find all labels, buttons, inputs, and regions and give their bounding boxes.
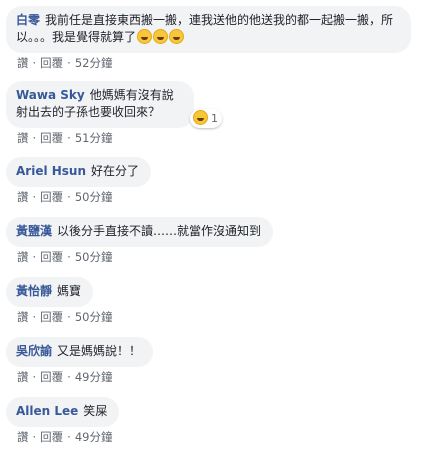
comment-author[interactable]: 黃鹽漢 — [16, 224, 52, 238]
comment-list: 白零 我前任是直接東西搬一搬，連我送他的他送我的都一起搬一搬，所以。。。我是覺得就… — [0, 0, 446, 445]
separator-dot: · — [32, 310, 37, 324]
comment-bubble: 吳欣諭 又是媽媽說！！ — [6, 337, 154, 367]
comment-author[interactable]: Ariel Hsun — [16, 164, 86, 178]
comment-text: 我前任是直接東西搬一搬，連我送他的他送我的都一起搬一搬，所以。。。我是覺得就算了 — [16, 13, 394, 44]
like-link[interactable]: 讚 — [17, 310, 29, 324]
reply-link[interactable]: 回覆 — [40, 370, 63, 384]
grinning-squint-icon — [193, 110, 208, 125]
comment-bubble: Wawa Sky 他媽媽有沒有說射出去的子孫也要收回來？ 1 — [6, 81, 222, 128]
comment-text: 笑屎 — [83, 404, 108, 418]
separator-dot: · — [32, 250, 37, 264]
separator-dot: · — [32, 190, 37, 204]
comment-item: Allen Lee 笑屎 讚 · 回覆 · 49分鐘 — [6, 397, 446, 445]
comment-item: Wawa Sky 他媽媽有沒有說射出去的子孫也要收回來？ 1 讚 · 回覆 · 51分鐘 — [6, 81, 446, 146]
comment-actions: 讚 · 回覆 · 49分鐘 — [6, 427, 446, 445]
comment-timestamp[interactable]: 51分鐘 — [75, 131, 113, 145]
comment-author[interactable]: 白零 — [16, 13, 40, 27]
separator-dot: · — [32, 370, 37, 384]
comment-item: 吳欣諭 又是媽媽說！！ 讚 · 回覆 · 49分鐘 — [6, 337, 446, 385]
reaction-badge[interactable]: 1 — [190, 109, 222, 128]
comment-bubble: 白零 我前任是直接東西搬一搬，連我送他的他送我的都一起搬一搬，所以。。。我是覺得就… — [6, 6, 411, 53]
separator-dot: · — [67, 310, 71, 324]
comment-item: 黃怡靜 媽寶 讚 · 回覆 · 50分鐘 — [6, 277, 446, 325]
like-link[interactable]: 讚 — [17, 131, 29, 145]
comment-timestamp[interactable]: 50分鐘 — [75, 310, 113, 324]
comment-text: 好在分了 — [91, 164, 140, 178]
separator-dot: · — [67, 131, 71, 145]
like-link[interactable]: 讚 — [17, 430, 29, 444]
reaction-count: 1 — [211, 112, 218, 125]
separator-dot: · — [67, 430, 71, 444]
comment-item: Ariel Hsun 好在分了 讚 · 回覆 · 50分鐘 — [6, 157, 446, 205]
comment-author[interactable]: Wawa Sky — [16, 88, 85, 102]
comment-actions: 讚 · 回覆 · 49分鐘 — [6, 367, 446, 385]
separator-dot: · — [67, 250, 71, 264]
separator-dot: · — [67, 190, 71, 204]
reply-link[interactable]: 回覆 — [40, 430, 63, 444]
comment-actions: 讚 · 回覆 · 52分鐘 — [6, 53, 446, 71]
comment-actions: 讚 · 回覆 · 51分鐘 — [6, 128, 446, 146]
comment-bubble: Allen Lee 笑屎 — [6, 397, 120, 427]
grinning-squint-icon — [153, 29, 169, 44]
comment-text: 以後分手直接不讀……就當作沒通知到 — [57, 224, 262, 238]
reply-link[interactable]: 回覆 — [40, 250, 63, 264]
comment-item: 白零 我前任是直接東西搬一搬，連我送他的他送我的都一起搬一搬，所以。。。我是覺得就… — [6, 6, 446, 71]
reply-link[interactable]: 回覆 — [40, 310, 63, 324]
separator-dot: · — [67, 56, 71, 70]
comment-timestamp[interactable]: 49分鐘 — [75, 370, 113, 384]
like-link[interactable]: 讚 — [17, 370, 29, 384]
comment-timestamp[interactable]: 52分鐘 — [75, 56, 113, 70]
comment-bubble: 黃怡靜 媽寶 — [6, 277, 94, 307]
comment-timestamp[interactable]: 50分鐘 — [75, 190, 113, 204]
separator-dot: · — [32, 56, 37, 70]
reply-link[interactable]: 回覆 — [40, 131, 63, 145]
comment-text: 媽寶 — [57, 284, 82, 298]
reply-link[interactable]: 回覆 — [40, 56, 63, 70]
comment-author[interactable]: Allen Lee — [16, 404, 78, 418]
comment-actions: 讚 · 回覆 · 50分鐘 — [6, 247, 446, 265]
grinning-squint-icon — [137, 29, 153, 44]
comment-timestamp[interactable]: 50分鐘 — [75, 250, 113, 264]
comment-author[interactable]: 吳欣諭 — [16, 344, 52, 358]
like-link[interactable]: 讚 — [17, 56, 29, 70]
comment-bubble: Ariel Hsun 好在分了 — [6, 157, 152, 187]
comment-actions: 讚 · 回覆 · 50分鐘 — [6, 187, 446, 205]
like-link[interactable]: 讚 — [17, 190, 29, 204]
like-link[interactable]: 讚 — [17, 250, 29, 264]
separator-dot: · — [32, 430, 37, 444]
comment-bubble: 黃鹽漢 以後分手直接不讀……就當作沒通知到 — [6, 217, 274, 247]
comment-text: 又是媽媽說！！ — [57, 344, 142, 358]
separator-dot: · — [67, 370, 71, 384]
comment-item: 黃鹽漢 以後分手直接不讀……就當作沒通知到 讚 · 回覆 · 50分鐘 — [6, 217, 446, 265]
reply-link[interactable]: 回覆 — [40, 190, 63, 204]
grinning-squint-icon — [169, 29, 185, 44]
comment-author[interactable]: 黃怡靜 — [16, 284, 52, 298]
separator-dot: · — [32, 131, 37, 145]
comment-actions: 讚 · 回覆 · 50分鐘 — [6, 307, 446, 325]
comment-timestamp[interactable]: 49分鐘 — [75, 430, 113, 444]
